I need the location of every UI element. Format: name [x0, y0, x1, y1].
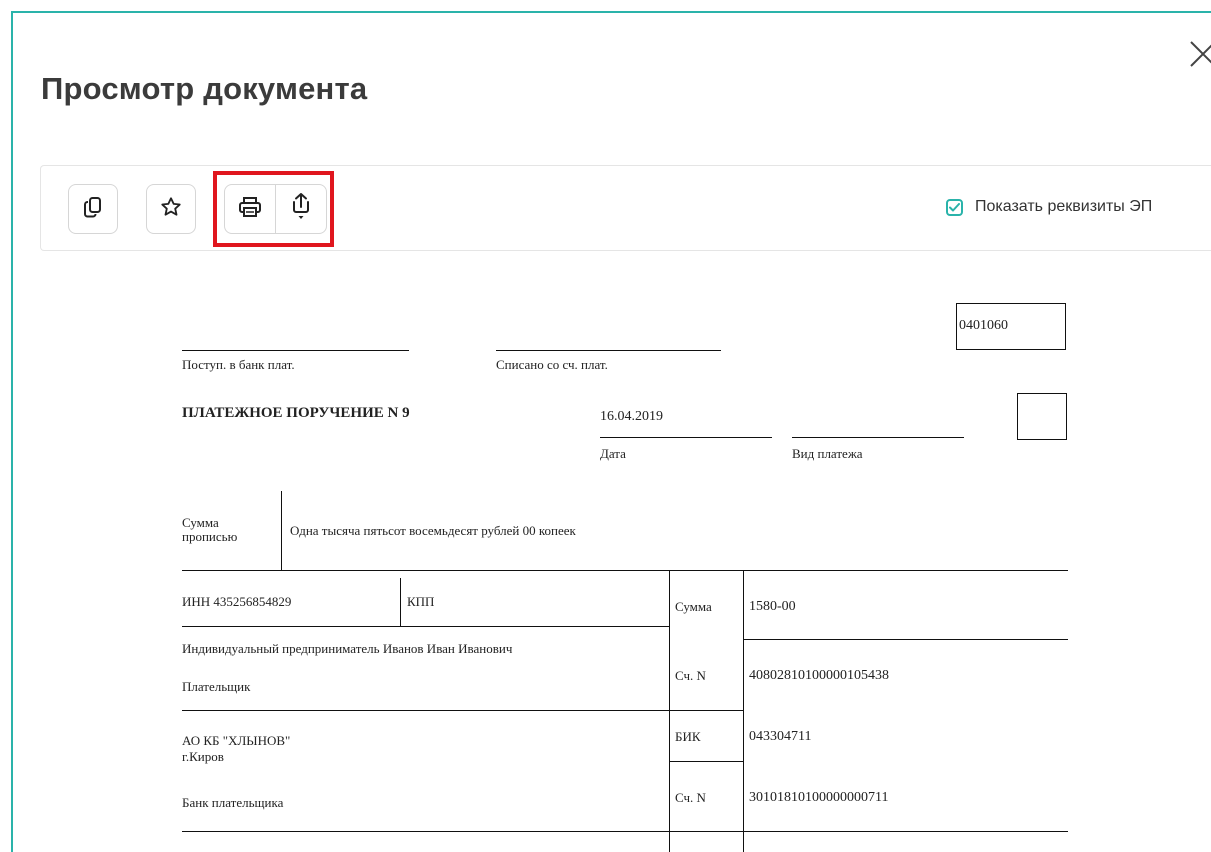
- bank-row-line: [182, 831, 1068, 832]
- table-col-divider-2: [743, 570, 744, 852]
- sum-value: 1580-00: [749, 599, 796, 614]
- payment-code-box: [1017, 393, 1067, 440]
- amount-words-value: Одна тысяча пятьсот восемьдесят рублей 0…: [290, 523, 576, 538]
- document-view-dialog: Просмотр документа Показать реквизиты ЭП…: [11, 11, 1211, 852]
- payer-account: 40802810100000105438: [749, 668, 889, 683]
- payer-label: Плательщик: [182, 679, 251, 694]
- payer-account-label: Сч. N: [675, 668, 706, 683]
- inn-label: ИНН 435256854829: [182, 594, 292, 609]
- corr-account-label: Сч. N: [675, 790, 706, 805]
- bik-row-line: [669, 761, 743, 762]
- debited-label: Списано со сч. плат.: [496, 357, 608, 372]
- payer-name: Индивидуальный предприниматель Иванов Ив…: [182, 641, 513, 656]
- inn-row-line: [182, 626, 669, 627]
- document-title: ПЛАТЕЖНОЕ ПОРУЧЕНИЕ N 9: [182, 405, 410, 421]
- bank-city: г.Киров: [182, 749, 224, 764]
- table-col-divider-1: [669, 570, 670, 852]
- kpp-label: КПП: [407, 594, 435, 609]
- date-label: Дата: [600, 446, 626, 461]
- payment-type-label: Вид платежа: [792, 446, 863, 461]
- date-line: [600, 437, 772, 438]
- received-label: Поступ. в банк плат.: [182, 357, 295, 372]
- amount-words-divider: [281, 491, 282, 570]
- sum-label: Сумма: [675, 599, 712, 614]
- document-date: 16.04.2019: [600, 409, 663, 424]
- form-code: 0401060: [959, 318, 1008, 333]
- bik-label: БИК: [675, 729, 701, 744]
- inn-kpp-divider: [400, 578, 401, 626]
- debited-line: [496, 350, 721, 351]
- payment-type-line: [792, 437, 964, 438]
- payment-order-document: 0401060 Поступ. в банк плат. Списано со …: [13, 13, 1211, 852]
- bank-name: АО КБ "ХЛЫНОВ": [182, 733, 291, 748]
- received-line: [182, 350, 409, 351]
- payer-row-line: [182, 710, 743, 711]
- corr-account: 30101810100000000711: [749, 790, 889, 805]
- sum-row-line: [743, 639, 1068, 640]
- bik-value: 043304711: [749, 729, 812, 744]
- table-top-line: [182, 570, 1068, 571]
- bank-label: Банк плательщика: [182, 795, 284, 810]
- amount-words-label: Сумма прописью: [182, 515, 238, 544]
